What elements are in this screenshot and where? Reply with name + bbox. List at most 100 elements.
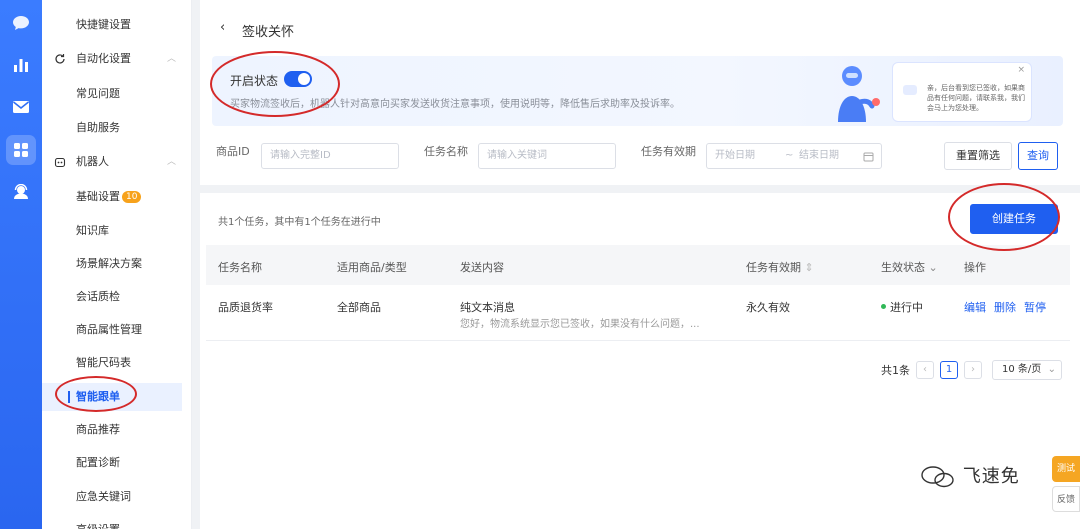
icon-rail bbox=[0, 0, 42, 529]
validity-cell: 永久有效 bbox=[746, 301, 790, 314]
status-cell: 进行中 bbox=[881, 299, 923, 315]
refresh-icon bbox=[55, 54, 65, 64]
page-size-value: 10 条/页 bbox=[1002, 364, 1042, 375]
mail-icon[interactable] bbox=[6, 92, 36, 122]
column-header-filter[interactable]: 生效状态 ⌄ bbox=[881, 259, 938, 275]
product-id-label: 商品ID bbox=[216, 145, 250, 158]
column-header-label: 生效状态 bbox=[881, 261, 925, 274]
end-date-placeholder: 结束日期 bbox=[799, 150, 839, 161]
sidebar-item-faq[interactable]: 常见问题 bbox=[42, 80, 192, 108]
next-page-icon[interactable]: › bbox=[964, 361, 982, 379]
status-dot-icon bbox=[881, 304, 886, 309]
sidebar-item-label: 自动化设置 bbox=[76, 52, 131, 65]
table-row: 品质退货率 全部商品 纯文本消息 您好，物流系统显示您已签收，如果没有什么问题，… bbox=[206, 287, 1070, 341]
status-badge: 进行中 bbox=[890, 301, 923, 314]
watermark: 飞速免 bbox=[920, 462, 1020, 489]
task-summary: 共1个任务，其中有1个任务在进行中 bbox=[218, 217, 381, 228]
sidebar-item-knowledge-base[interactable]: 知识库 bbox=[42, 217, 192, 245]
pagination-total: 共1条 bbox=[881, 364, 910, 377]
product-id-input[interactable]: 请输入完整ID bbox=[261, 143, 399, 169]
column-header: 任务名称 bbox=[218, 261, 262, 274]
chevron-left-icon[interactable]: ‹ bbox=[220, 20, 225, 35]
scope-cell: 全部商品 bbox=[337, 301, 381, 314]
edit-link[interactable]: 编辑 bbox=[964, 299, 986, 315]
feedback-tab[interactable]: 反馈 bbox=[1052, 486, 1080, 512]
sidebar-item-config-diagnosis[interactable]: 配置诊断 bbox=[42, 449, 192, 477]
chevron-down-icon: ⌄ bbox=[1047, 364, 1056, 375]
sidebar-item-label: 自助服务 bbox=[76, 121, 120, 134]
task-name-cell: 品质退货率 bbox=[218, 301, 273, 314]
sidebar-item-product-attributes[interactable]: 商品属性管理 bbox=[42, 316, 192, 344]
bar-chart-icon[interactable] bbox=[6, 50, 36, 80]
toggle-label: 开启状态 bbox=[230, 74, 279, 88]
content-preview-cell: 您好，物流系统显示您已签收，如果没有什么问题，... bbox=[460, 319, 700, 330]
avatar bbox=[903, 85, 917, 95]
content-type-cell: 纯文本消息 bbox=[460, 301, 515, 314]
count-badge: 10 bbox=[122, 191, 142, 203]
create-task-button[interactable]: 创建任务 bbox=[970, 204, 1058, 234]
sidebar-item-session-qa[interactable]: 会话质检 bbox=[42, 283, 192, 311]
sidebar: 快捷键设置 自动化设置 ︿ 常见问题 自助服务 机器人 ︿ 基础设置 10 知识库… bbox=[42, 0, 192, 529]
sidebar-item-self-service[interactable]: 自助服务 bbox=[42, 114, 192, 142]
sidebar-item-label: 机器人 bbox=[76, 155, 109, 168]
validity-label: 任务有效期 bbox=[641, 145, 696, 158]
robot-icon bbox=[54, 157, 66, 168]
sidebar-item-label: 智能跟单 bbox=[76, 390, 120, 403]
column-header: 适用商品/类型 bbox=[337, 261, 407, 274]
sidebar-item-advanced-settings[interactable]: 高级设置 bbox=[42, 516, 192, 529]
enable-toggle[interactable] bbox=[284, 71, 312, 87]
test-tab[interactable]: 测试 bbox=[1052, 456, 1080, 482]
sidebar-item-product-recommend[interactable]: 商品推荐 bbox=[42, 416, 192, 444]
sidebar-item-label: 配置诊断 bbox=[76, 456, 120, 469]
sidebar-item-label: 常见问题 bbox=[76, 87, 120, 100]
column-header: 操作 bbox=[964, 261, 986, 274]
start-date-placeholder: 开始日期 bbox=[715, 150, 755, 161]
column-header-sortable[interactable]: 任务有效期 ⇕ bbox=[746, 259, 814, 275]
sidebar-group-robot[interactable]: 机器人 ︿ bbox=[42, 148, 192, 176]
sidebar-item-label: 应急关键词 bbox=[76, 490, 131, 503]
task-name-input[interactable]: 请输入关键词 bbox=[478, 143, 616, 169]
sort-icon: ⇕ bbox=[804, 261, 814, 274]
reset-filter-button[interactable]: 重置筛选 bbox=[944, 142, 1012, 170]
sidebar-item-label: 高级设置 bbox=[76, 516, 120, 529]
sidebar-item-smart-followup[interactable]: 智能跟单 bbox=[42, 383, 182, 411]
query-button[interactable]: 查询 bbox=[1018, 142, 1058, 170]
sidebar-item-label: 基础设置 bbox=[76, 190, 120, 203]
sidebar-item-scenario-solutions[interactable]: 场景解决方案 bbox=[42, 250, 192, 278]
page-size-select[interactable]: 10 条/页 ⌄ bbox=[992, 360, 1062, 380]
close-icon: × bbox=[1017, 65, 1025, 75]
chevron-down-icon: ⌄ bbox=[928, 261, 938, 274]
headset-agent-icon[interactable] bbox=[6, 177, 36, 207]
pause-link[interactable]: 暂停 bbox=[1024, 299, 1046, 315]
sidebar-item-label: 场景解决方案 bbox=[76, 257, 142, 270]
calendar-icon bbox=[863, 152, 874, 162]
prev-page-icon[interactable]: ‹ bbox=[916, 361, 934, 379]
header-panel: ‹ 签收关怀 开启状态 买家物流签收后，机器人针对高意向买家发送收货注意事项，使… bbox=[200, 0, 1080, 185]
sidebar-item-label: 快捷键设置 bbox=[76, 18, 131, 31]
page-number-current[interactable]: 1 bbox=[940, 361, 958, 379]
date-range-picker[interactable]: 开始日期 ~ 结束日期 bbox=[706, 143, 882, 169]
chevron-up-icon: ︿ bbox=[166, 54, 176, 64]
sidebar-item-label: 商品推荐 bbox=[76, 423, 120, 436]
chevron-up-icon: ︿ bbox=[166, 157, 176, 167]
chat-bubble-icon[interactable] bbox=[6, 8, 36, 38]
sidebar-item-emergency-keywords[interactable]: 应急关键词 bbox=[42, 483, 192, 511]
feature-banner: 开启状态 买家物流签收后，机器人针对高意向买家发送收货注意事项，使用说明等，降低… bbox=[212, 56, 1063, 126]
delete-link[interactable]: 删除 bbox=[994, 299, 1016, 315]
sidebar-item-basic-settings[interactable]: 基础设置 10 bbox=[42, 183, 192, 211]
sidebar-group-automation[interactable]: 自动化设置 ︿ bbox=[42, 45, 192, 73]
chat-preview-text: 亲，后台看到您已签收，如果商品有任何问题，请联系我，我们会马上为您处理。 bbox=[927, 84, 1025, 112]
sidebar-item-label: 会话质检 bbox=[76, 290, 120, 303]
sidebar-item-size-chart[interactable]: 智能尺码表 bbox=[42, 349, 192, 377]
task-name-label: 任务名称 bbox=[424, 145, 468, 158]
table-header: 任务名称 适用商品/类型 发送内容 任务有效期 ⇕ 生效状态 ⌄ 操作 bbox=[206, 245, 1070, 285]
robot-illustration-icon bbox=[838, 66, 880, 122]
column-header: 发送内容 bbox=[460, 261, 504, 274]
sidebar-item-label: 智能尺码表 bbox=[76, 356, 131, 369]
apps-grid-icon[interactable] bbox=[6, 135, 36, 165]
sidebar-item-shortcut-settings[interactable]: 快捷键设置 bbox=[42, 11, 192, 39]
watermark-text: 飞速免 bbox=[962, 466, 1020, 487]
banner-description: 买家物流签收后，机器人针对高意向买家发送收货注意事项，使用说明等，降低售后求助率… bbox=[230, 99, 680, 110]
chat-preview-card: × 亲，后台看到您已签收，如果商品有任何问题，请联系我，我们会马上为您处理。 bbox=[892, 62, 1032, 122]
wechat-icon bbox=[921, 466, 954, 488]
